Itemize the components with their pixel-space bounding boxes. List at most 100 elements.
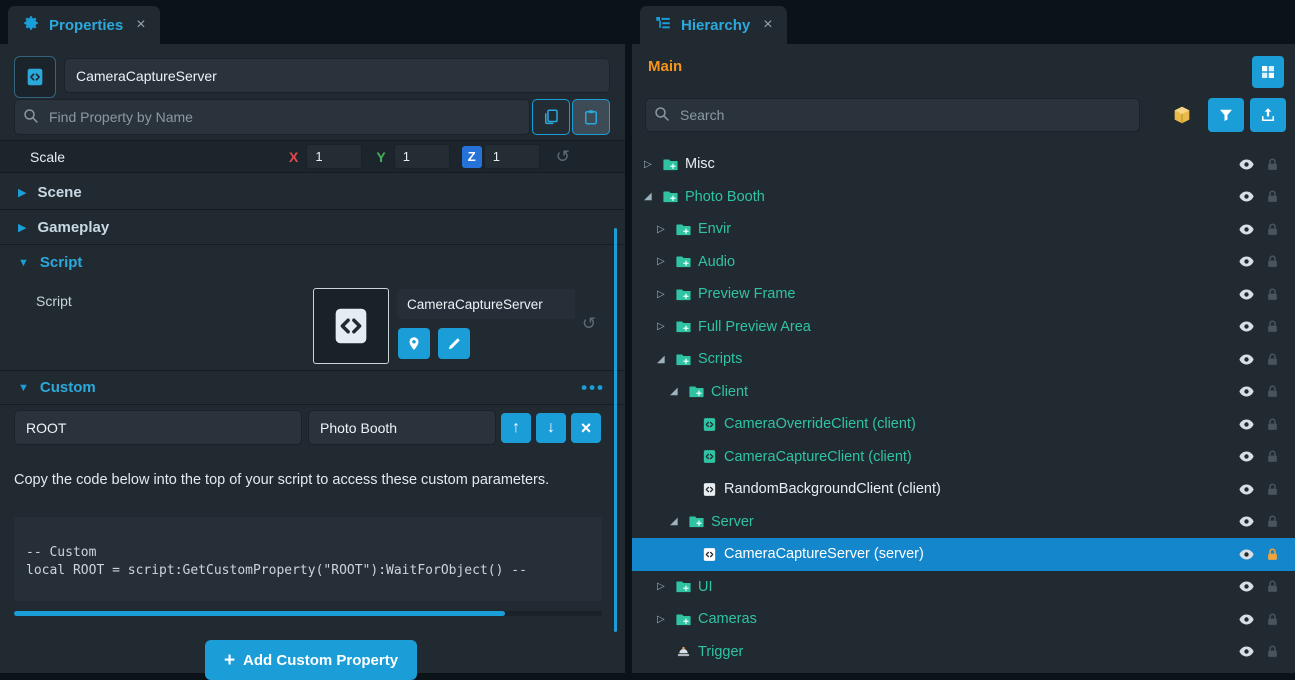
tree-row[interactable]: ▷ Preview Frame bbox=[632, 278, 1295, 311]
visibility-eye-icon[interactable] bbox=[1238, 286, 1255, 303]
expand-arrow-icon[interactable]: ▷ bbox=[657, 614, 675, 625]
visibility-eye-icon[interactable] bbox=[1238, 611, 1255, 628]
code-snippet-block[interactable]: -- Custom local ROOT = script:GetCustomP… bbox=[14, 517, 602, 601]
tree-row[interactable]: ▷ Misc bbox=[632, 148, 1295, 181]
custom-property-name-input[interactable] bbox=[14, 410, 302, 445]
lock-icon[interactable] bbox=[1265, 482, 1280, 497]
edit-script-button[interactable] bbox=[438, 328, 470, 359]
tree-row[interactable]: CameraCaptureClient (client) bbox=[632, 441, 1295, 474]
visibility-eye-icon[interactable] bbox=[1238, 156, 1255, 173]
visibility-eye-icon[interactable] bbox=[1238, 318, 1255, 335]
section-gameplay[interactable]: ▶ Gameplay bbox=[0, 210, 625, 245]
find-property-input[interactable] bbox=[14, 99, 530, 135]
visibility-eye-icon[interactable] bbox=[1238, 481, 1255, 498]
expand-arrow-icon[interactable]: ▷ bbox=[657, 321, 675, 332]
export-icon[interactable] bbox=[1250, 98, 1286, 132]
tree-row[interactable]: Trigger bbox=[632, 636, 1295, 669]
hierarchy-search-input[interactable] bbox=[645, 98, 1140, 132]
lock-icon[interactable] bbox=[1265, 287, 1280, 302]
paste-properties-button[interactable] bbox=[572, 99, 610, 135]
scale-x-input[interactable] bbox=[306, 144, 362, 169]
visibility-eye-icon[interactable] bbox=[1238, 416, 1255, 433]
visibility-eye-icon[interactable] bbox=[1238, 253, 1255, 270]
expand-arrow-icon[interactable]: ▷ bbox=[657, 289, 675, 300]
expand-arrow-icon[interactable]: ▷ bbox=[657, 581, 675, 592]
collapse-arrow-icon[interactable]: ▼ bbox=[18, 382, 29, 394]
package-icon[interactable] bbox=[1164, 98, 1200, 132]
lock-icon[interactable] bbox=[1265, 417, 1280, 432]
root-main-label[interactable]: Main bbox=[648, 58, 682, 75]
lock-icon[interactable] bbox=[1265, 352, 1280, 367]
lock-icon[interactable] bbox=[1265, 449, 1280, 464]
filter-icon[interactable] bbox=[1208, 98, 1244, 132]
find-in-hierarchy-button[interactable] bbox=[398, 328, 430, 359]
vertical-scrollbar[interactable] bbox=[614, 228, 617, 632]
close-icon[interactable]: × bbox=[136, 17, 145, 33]
expand-arrow-icon[interactable]: ▶ bbox=[18, 186, 26, 199]
reset-scale-icon[interactable]: ↺ bbox=[556, 147, 570, 167]
horizontal-scrollbar[interactable] bbox=[14, 611, 602, 616]
lock-icon[interactable] bbox=[1265, 254, 1280, 269]
move-up-button[interactable]: ↑ bbox=[501, 413, 531, 443]
visibility-eye-icon[interactable] bbox=[1238, 383, 1255, 400]
script-asset-name[interactable]: CameraCaptureServer bbox=[397, 289, 575, 319]
lock-icon[interactable] bbox=[1265, 319, 1280, 334]
visibility-eye-icon[interactable] bbox=[1238, 546, 1255, 563]
script-asset-thumbnail[interactable] bbox=[313, 288, 389, 364]
object-name-input[interactable] bbox=[64, 58, 610, 93]
custom-property-value-input[interactable] bbox=[308, 410, 496, 445]
tree-row[interactable]: ◢ Photo Booth bbox=[632, 181, 1295, 214]
copy-properties-button[interactable] bbox=[532, 99, 570, 135]
expand-arrow-icon[interactable]: ▷ bbox=[657, 256, 675, 267]
collapse-arrow-icon[interactable]: ◢ bbox=[644, 191, 662, 202]
lock-icon[interactable] bbox=[1265, 222, 1280, 237]
section-custom[interactable]: ▼ Custom ••• bbox=[0, 370, 625, 405]
visibility-eye-icon[interactable] bbox=[1238, 513, 1255, 530]
tree-row[interactable]: ◢ Server bbox=[632, 506, 1295, 539]
visibility-eye-icon[interactable] bbox=[1238, 221, 1255, 238]
lock-icon[interactable] bbox=[1265, 157, 1280, 172]
custom-options-menu-icon[interactable]: ••• bbox=[581, 378, 605, 398]
tree-row[interactable]: ◢ Client bbox=[632, 376, 1295, 409]
tree-row[interactable]: RandomBackgroundClient (client) bbox=[632, 473, 1295, 506]
tree-row[interactable]: CameraOverrideClient (client) bbox=[632, 408, 1295, 441]
lock-icon[interactable] bbox=[1265, 579, 1280, 594]
tree-row[interactable]: ◢ Scripts bbox=[632, 343, 1295, 376]
collapse-arrow-icon[interactable]: ◢ bbox=[670, 516, 688, 527]
lock-icon[interactable] bbox=[1265, 189, 1280, 204]
close-icon[interactable]: × bbox=[763, 17, 772, 33]
lock-icon[interactable] bbox=[1265, 612, 1280, 627]
lock-icon[interactable] bbox=[1265, 384, 1280, 399]
scale-z-input[interactable] bbox=[484, 144, 540, 169]
expand-arrow-icon[interactable]: ▷ bbox=[657, 224, 675, 235]
expand-arrow-icon[interactable]: ▷ bbox=[644, 159, 662, 170]
section-script[interactable]: ▼ Script bbox=[0, 245, 625, 280]
section-scene[interactable]: ▶ Scene bbox=[0, 175, 625, 210]
tree-row[interactable]: ▷ UI bbox=[632, 571, 1295, 604]
add-custom-property-button[interactable]: + Add Custom Property bbox=[205, 640, 417, 680]
visibility-eye-icon[interactable] bbox=[1238, 578, 1255, 595]
properties-tab[interactable]: Properties × bbox=[8, 6, 160, 44]
visibility-eye-icon[interactable] bbox=[1238, 351, 1255, 368]
collapse-arrow-icon[interactable]: ◢ bbox=[657, 354, 675, 365]
scale-y-input[interactable] bbox=[394, 144, 450, 169]
lock-icon[interactable] bbox=[1265, 514, 1280, 529]
tree-row[interactable]: ▷ Audio bbox=[632, 246, 1295, 279]
tree-row[interactable]: ▷ Cameras bbox=[632, 603, 1295, 636]
lock-icon[interactable] bbox=[1265, 644, 1280, 659]
visibility-eye-icon[interactable] bbox=[1238, 188, 1255, 205]
lock-icon[interactable] bbox=[1265, 547, 1280, 562]
tree-row[interactable]: ▷ Envir bbox=[632, 213, 1295, 246]
expand-arrow-icon[interactable]: ▶ bbox=[18, 221, 26, 234]
collapse-arrow-icon[interactable]: ◢ bbox=[670, 386, 688, 397]
delete-custom-property-button[interactable]: × bbox=[571, 413, 601, 443]
template-icon[interactable] bbox=[1252, 56, 1284, 88]
reset-script-icon[interactable]: ↺ bbox=[582, 314, 596, 334]
move-down-button[interactable]: ↓ bbox=[536, 413, 566, 443]
visibility-eye-icon[interactable] bbox=[1238, 448, 1255, 465]
hierarchy-tab[interactable]: Hierarchy × bbox=[640, 6, 787, 44]
collapse-arrow-icon[interactable]: ▼ bbox=[18, 257, 29, 269]
visibility-eye-icon[interactable] bbox=[1238, 643, 1255, 660]
tree-row[interactable]: ▷ Full Preview Area bbox=[632, 311, 1295, 344]
horizontal-scrollbar-thumb[interactable] bbox=[14, 611, 505, 616]
